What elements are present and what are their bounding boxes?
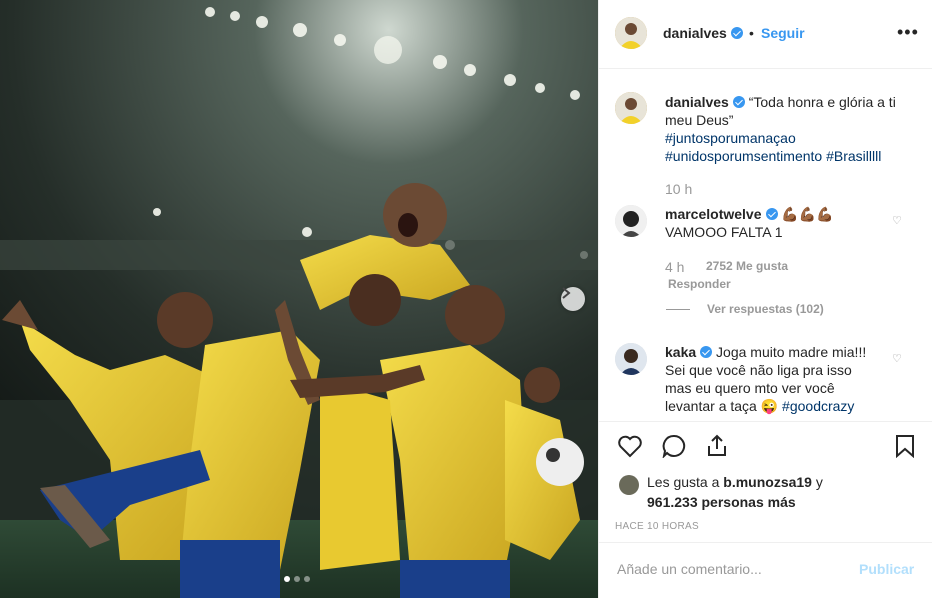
comment-emoji: 💪🏾💪🏾💪🏾 xyxy=(781,206,834,222)
likes-count[interactable]: 961.233 personas más xyxy=(647,494,796,510)
reply-button[interactable]: Responder xyxy=(668,277,731,291)
post-timestamp: HACE 10 HORAS xyxy=(615,521,699,532)
chevron-right-icon xyxy=(562,287,571,299)
post-photo[interactable] xyxy=(0,0,598,598)
likes-conj: y xyxy=(815,474,823,490)
caption-username[interactable]: danialves xyxy=(665,94,729,110)
carousel-indicator xyxy=(284,576,310,582)
comment-avatar[interactable] xyxy=(615,343,647,375)
verified-badge-icon xyxy=(700,346,713,358)
comment-line4: levantar a taça 😜 xyxy=(665,398,779,414)
like-comment-heart-icon[interactable]: ♡ xyxy=(892,214,902,227)
comments-section: danialves “Toda honra e glória a ti meu … xyxy=(599,69,932,421)
avatar-image xyxy=(615,17,647,49)
share-icon[interactable] xyxy=(705,434,729,458)
author-username[interactable]: danialves xyxy=(663,25,743,41)
carousel-dot xyxy=(294,576,300,582)
hashtag-link[interactable]: #Brasilllll xyxy=(826,148,881,164)
comment-time: 4 h xyxy=(665,259,685,275)
comment-text: marcelotwelve 💪🏾💪🏾💪🏾 VAMOOO FALTA 1 xyxy=(665,205,895,241)
avatar-image xyxy=(615,92,647,124)
caption-line2: meu Deus” xyxy=(665,112,734,128)
comment-avatar[interactable] xyxy=(615,205,647,237)
liker-username[interactable]: b.munozsa19 xyxy=(723,474,812,490)
hashtag-link[interactable]: #goodcrazy xyxy=(782,398,854,414)
carousel-dot xyxy=(304,576,310,582)
like-comment-heart-icon[interactable]: ♡ xyxy=(892,352,902,365)
caption-line1: “Toda honra e glória a ti xyxy=(748,94,896,110)
verified-badge-icon xyxy=(730,27,743,39)
comment-likes[interactable]: 2752 Me gusta xyxy=(706,259,788,273)
author-avatar[interactable] xyxy=(615,17,647,49)
likes-prefix: Les gusta a xyxy=(647,474,720,490)
comment-line1: Joga muito madre mia!!! xyxy=(716,344,867,360)
verified-badge-icon xyxy=(732,96,745,108)
avatar-image xyxy=(615,205,647,237)
separator-dot: • xyxy=(749,25,754,41)
add-comment-bar: Añade un comentario... Publicar xyxy=(599,542,932,599)
liker-avatar[interactable] xyxy=(619,475,639,495)
post-side-panel: danialves • Seguir ••• danialves “Toda h… xyxy=(598,0,932,598)
comment-text: kaka Joga muito madre mia!!! Sei que voc… xyxy=(665,343,893,415)
more-options-icon[interactable]: ••• xyxy=(897,22,919,43)
post-header: danialves • Seguir ••• xyxy=(599,0,932,69)
view-replies-button[interactable]: Ver respuestas (102) xyxy=(707,302,824,316)
publish-button[interactable]: Publicar xyxy=(859,561,914,577)
caption-avatar[interactable] xyxy=(615,92,647,124)
follow-button[interactable]: Seguir xyxy=(761,25,805,41)
comment-input[interactable]: Añade un comentario... xyxy=(617,561,762,577)
instagram-post: danialves • Seguir ••• danialves “Toda h… xyxy=(0,0,932,598)
comment-username[interactable]: marcelotwelve xyxy=(665,206,762,222)
caption-text: danialves “Toda honra e glória a ti meu … xyxy=(665,93,921,165)
caption-time: 10 h xyxy=(665,181,693,197)
comment-username[interactable]: kaka xyxy=(665,344,696,360)
photo-illustration xyxy=(0,0,598,598)
comment-icon[interactable] xyxy=(661,434,687,458)
save-bookmark-icon[interactable] xyxy=(895,434,915,458)
comment-body: VAMOOO FALTA 1 xyxy=(665,224,783,240)
replies-divider xyxy=(666,309,690,310)
hashtag-link[interactable]: #juntosporumanaçao xyxy=(665,130,796,146)
like-heart-icon[interactable] xyxy=(617,434,643,458)
next-slide-button[interactable] xyxy=(561,287,585,311)
carousel-dot-active xyxy=(284,576,290,582)
verified-badge-icon xyxy=(765,208,778,220)
comment-line2: Sei que você não liga pra isso xyxy=(665,362,852,378)
hashtag-link[interactable]: #unidosporumsentimento xyxy=(665,148,822,164)
likes-summary: Les gusta a b.munozsa19 y 961.233 person… xyxy=(647,472,823,512)
comment-line3: mas eu quero mto ver você xyxy=(665,380,835,396)
avatar-image xyxy=(615,343,647,375)
action-bar: Les gusta a b.munozsa19 y 961.233 person… xyxy=(599,421,932,542)
